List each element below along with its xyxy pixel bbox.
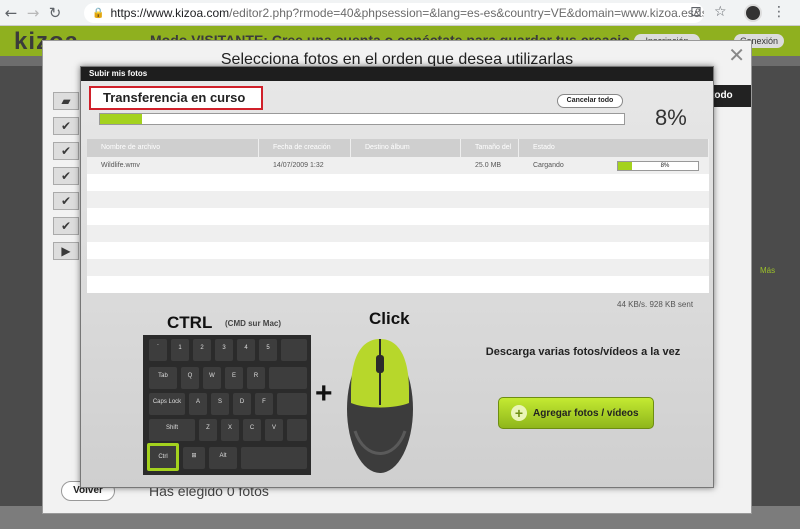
key: 1 [171, 339, 189, 361]
col-size: Tamaño del arc [461, 139, 519, 169]
check-icon[interactable]: ✔ [53, 192, 79, 210]
file-name: Wildlife.wmv [101, 162, 140, 169]
file-album [351, 157, 461, 174]
key: ` [149, 339, 167, 361]
overall-progress-fill [100, 114, 142, 124]
mouse-icon [347, 339, 413, 473]
reload-icon[interactable]: ↻ [44, 4, 66, 22]
file-state: Cargando [533, 162, 564, 169]
key: F [255, 393, 273, 415]
file-progress-text: 8% [660, 163, 670, 169]
add-media-button[interactable]: + Agregar fotos / vídeos [498, 397, 654, 429]
table-row [87, 191, 709, 208]
key: R [247, 367, 265, 389]
key: V [265, 419, 283, 441]
browser-chrome: ← → ↻ 🔒 https://www.kizoa.com/editor2.ph… [0, 0, 800, 26]
file-table: Nombre de archivo Fecha de creación Dest… [87, 139, 709, 293]
address-bar[interactable]: 🔒 https://www.kizoa.com/editor2.php?rmod… [84, 3, 704, 23]
file-progress-fill [618, 162, 632, 170]
url-path: /editor2.php?rmode=40&phpsession=&lang=e… [229, 6, 704, 20]
keyboard-illustration: ` 1 2 3 4 5 Tab Q W E R Caps Lock A S D … [143, 335, 311, 475]
key: A [189, 393, 207, 415]
thumbnail-column: ▰ ✔ ✔ ✔ ✔ ✔ ▶ [49, 85, 83, 305]
check-icon[interactable]: ✔ [53, 142, 79, 160]
col-album: Destino álbum [351, 139, 461, 157]
key: 4 [237, 339, 255, 361]
book-icon[interactable]: ▰ [53, 92, 79, 110]
key-space [241, 447, 307, 469]
upload-dialog: Subir mis fotos Transferencia en curso C… [80, 66, 714, 488]
key: S [211, 393, 229, 415]
cmd-label: (CMD sur Mac) [225, 319, 282, 328]
key: 3 [215, 339, 233, 361]
cancel-all-button[interactable]: Cancelar todo [557, 94, 623, 108]
url-host: https://www.kizoa.com [110, 6, 230, 20]
key: E [225, 367, 243, 389]
extension-icon[interactable]: ⊡ [690, 4, 702, 20]
table-header: Nombre de archivo Fecha de creación Dest… [87, 139, 709, 169]
key-ctrl-highlight: Ctrl [147, 443, 179, 471]
close-icon[interactable]: ✕ [728, 43, 745, 67]
key-alt: Alt [209, 447, 237, 469]
ctrl-label: CTRL [167, 313, 213, 332]
key [277, 393, 307, 415]
file-date: 14/07/2009 1:32 [273, 162, 324, 169]
key-shift: Shift [149, 419, 195, 441]
table-row [87, 225, 709, 242]
key: X [221, 419, 239, 441]
transfer-speed: 44 KB/s. 928 KB sent [617, 300, 694, 309]
more-link[interactable]: Más [760, 266, 775, 275]
key [281, 339, 307, 361]
key [287, 419, 307, 441]
forward-arrow-icon[interactable]: → [22, 4, 44, 22]
multi-select-hint: Descarga varias fotos/vídeos a la vez [485, 346, 681, 358]
table-row: Wildlife.wmv 14/07/2009 1:32 25.0 MB Car… [87, 157, 709, 174]
site-left-panel [0, 66, 42, 506]
upload-dialog-header: Subir mis fotos [81, 67, 713, 81]
table-row [87, 174, 709, 191]
transfer-status: Transferencia en curso [89, 86, 263, 110]
file-size: 25.0 MB [475, 162, 502, 169]
plus-icon: + [511, 405, 527, 421]
check-icon[interactable]: ✔ [53, 217, 79, 235]
key: 2 [193, 339, 211, 361]
lock-icon: 🔒 [92, 7, 105, 19]
key: D [233, 393, 251, 415]
flag-icon[interactable]: ▶ [53, 242, 79, 260]
menu-dots-icon[interactable]: ⋮ [772, 4, 786, 20]
key-caps: Caps Lock [149, 393, 185, 415]
key: C [243, 419, 261, 441]
key [269, 367, 307, 389]
key: 5 [259, 339, 277, 361]
col-filename: Nombre de archivo [87, 139, 259, 157]
overall-progress-bar [99, 113, 625, 125]
table-row [87, 208, 709, 225]
check-icon[interactable]: ✔ [53, 117, 79, 135]
back-arrow-icon[interactable]: ← [0, 4, 22, 22]
key: W [203, 367, 221, 389]
table-row [87, 259, 709, 276]
click-label: Click [369, 309, 410, 328]
site-right-panel: Más [752, 66, 800, 506]
col-state: Estado [519, 139, 709, 157]
windows-key-icon: ⊞ [183, 447, 205, 469]
col-date: Fecha de creación [259, 139, 351, 157]
table-row [87, 242, 709, 259]
check-icon[interactable]: ✔ [53, 167, 79, 185]
file-progress-bar: 8% [617, 161, 699, 171]
add-media-label: Agregar fotos / vídeos [533, 407, 639, 419]
profile-avatar[interactable] [744, 4, 762, 22]
key-tab: Tab [149, 367, 177, 389]
key: Q [181, 367, 199, 389]
plus-sign: + [315, 377, 333, 410]
progress-percent: 8% [655, 105, 687, 130]
bookmark-star-icon[interactable]: ☆ [714, 4, 727, 20]
table-row [87, 276, 709, 293]
key: Z [199, 419, 217, 441]
